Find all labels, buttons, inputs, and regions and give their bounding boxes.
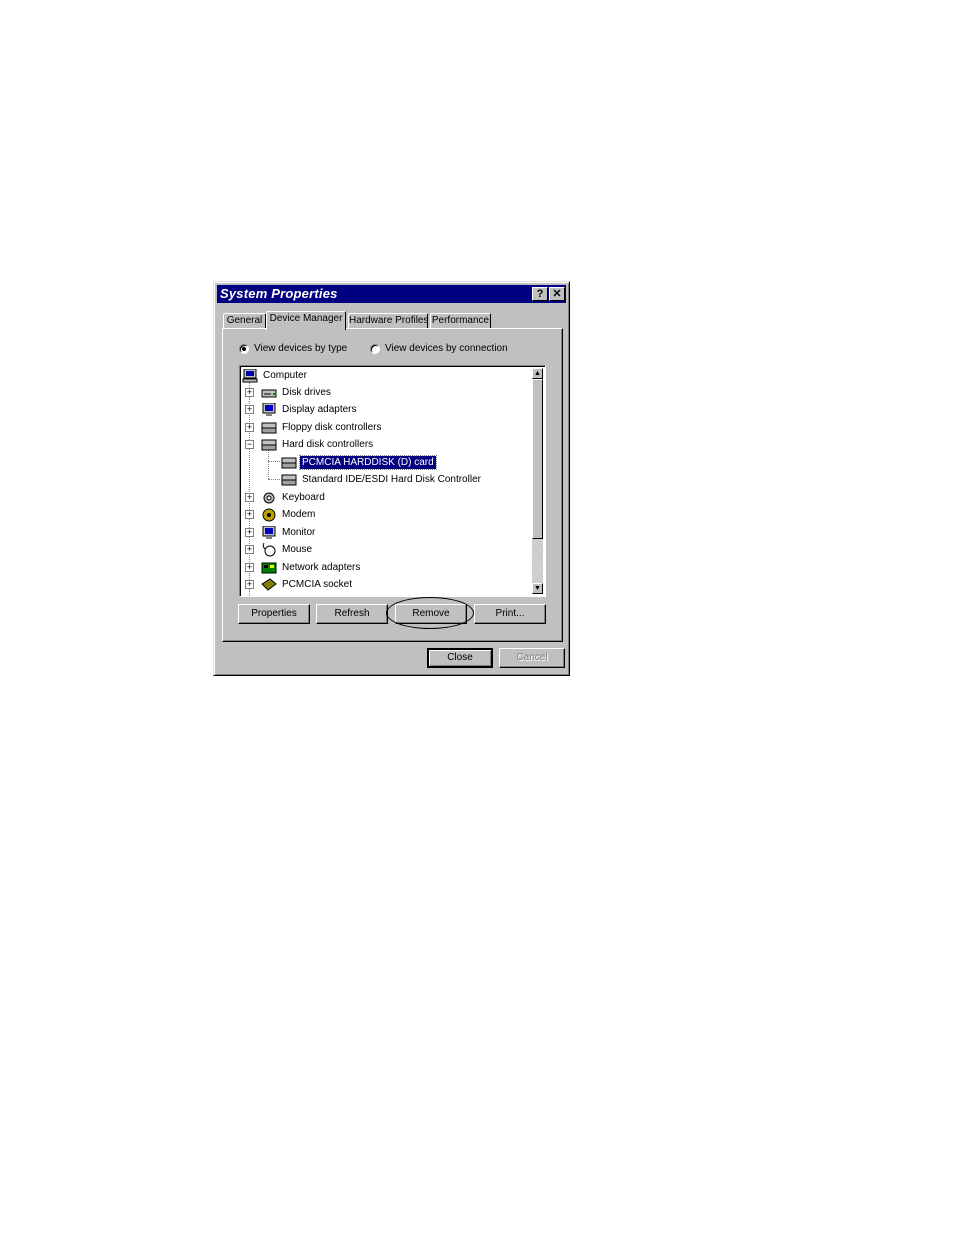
tree-item-label: Disk drives [282, 387, 331, 398]
monitor-icon [261, 402, 277, 417]
monitor-icon [261, 525, 277, 540]
tree-item-computer[interactable]: Computer [242, 367, 309, 384]
tree-item-standard-ide[interactable]: Standard IDE/ESDI Hard Disk Controller [281, 471, 483, 488]
tree-item-label: Display adapters [282, 404, 357, 415]
cancel-button[interactable]: Cancel [499, 648, 565, 668]
modem-icon [261, 508, 277, 522]
expand-icon[interactable]: + [245, 423, 254, 432]
expand-icon[interactable]: + [245, 388, 254, 397]
tree-item-label: Monitor [282, 527, 316, 538]
tab-general[interactable]: General [223, 313, 266, 329]
scroll-thumb[interactable] [532, 379, 543, 539]
highlight-ellipse [386, 597, 474, 629]
tree-item-label: Network adapters [282, 562, 361, 573]
window-title: System Properties [220, 286, 338, 301]
refresh-button[interactable]: Refresh [316, 604, 388, 624]
disk-drive-icon [261, 386, 277, 400]
network-card-icon [261, 561, 277, 575]
tree-item-keyboard[interactable]: Keyboard [261, 489, 327, 506]
expand-icon[interactable]: + [245, 563, 254, 572]
computer-icon [242, 368, 258, 383]
controller-icon [281, 456, 297, 470]
close-icon[interactable]: ✕ [549, 287, 565, 301]
radio-unselected-icon[interactable] [370, 343, 380, 354]
tree-item-modem[interactable]: Modem [261, 506, 317, 523]
expand-icon[interactable]: + [245, 545, 254, 554]
title-bar[interactable]: System Properties ? ✕ [217, 285, 566, 303]
controller-icon [281, 473, 297, 487]
view-by-connection-option[interactable]: View devices by connection [370, 343, 508, 354]
tree-item-disk-drives[interactable]: Disk drives [261, 384, 333, 401]
tab-hardware-profiles[interactable]: Hardware Profiles [348, 313, 428, 329]
print-button[interactable]: Print... [474, 604, 546, 624]
expand-icon[interactable]: + [245, 510, 254, 519]
vertical-scrollbar[interactable]: ▲ ▼ [532, 368, 543, 594]
tree-line [268, 479, 280, 480]
pcmcia-card-icon [261, 577, 277, 592]
keyboard-icon [261, 491, 277, 505]
close-button[interactable]: Close [427, 648, 493, 668]
tree-item-label: Mouse [282, 544, 313, 555]
tree-item-label: Computer [263, 370, 307, 381]
tab-performance[interactable]: Performance [430, 313, 491, 329]
help-button[interactable]: ? [532, 287, 548, 301]
collapse-icon[interactable]: − [245, 440, 254, 449]
tree-item-label: PCMCIA socket [282, 579, 353, 590]
view-by-type-label: View devices by type [254, 343, 348, 354]
controller-icon [261, 421, 277, 435]
tree-item-label: Floppy disk controllers [282, 422, 382, 433]
controller-icon [261, 438, 277, 452]
tree-item-network-adapters[interactable]: Network adapters [261, 559, 362, 576]
tree-item-pcmcia-harddisk[interactable]: PCMCIA HARDDISK (D) card [281, 454, 437, 471]
tree-item-mouse[interactable]: Mouse [261, 541, 314, 558]
tree-item-label: Modem [282, 509, 316, 520]
view-by-type-option[interactable]: View devices by type [239, 343, 347, 354]
tree-item-pcmcia-socket[interactable]: PCMCIA socket [261, 576, 354, 593]
scroll-down-icon[interactable]: ▼ [532, 583, 543, 594]
tree-item-label: Keyboard [282, 492, 325, 503]
scroll-up-icon[interactable]: ▲ [532, 368, 543, 379]
tree-line [268, 449, 269, 479]
view-by-connection-label: View devices by connection [385, 343, 508, 354]
expand-icon[interactable]: + [245, 405, 254, 414]
tree-item-label-selected: PCMCIA HARDDISK (D) card [299, 455, 437, 470]
tree-item-floppy-disk-controllers[interactable]: Floppy disk controllers [261, 419, 383, 436]
tree-item-display-adapters[interactable]: Display adapters [261, 401, 358, 418]
tree-item-monitor[interactable]: Monitor [261, 524, 317, 541]
tree-item-label: Hard disk controllers [282, 439, 374, 450]
tree-item-hard-disk-controllers[interactable]: Hard disk controllers [261, 436, 375, 453]
tree-line [268, 461, 280, 462]
tab-device-manager[interactable]: Device Manager [266, 311, 346, 330]
tree-item-label: Standard IDE/ESDI Hard Disk Controller [302, 474, 481, 485]
expand-icon[interactable]: + [245, 528, 254, 537]
expand-icon[interactable]: + [245, 493, 254, 502]
properties-button[interactable]: Properties [238, 604, 310, 624]
device-tree[interactable]: Computer + Disk drives + Display adapter… [239, 365, 546, 597]
mouse-icon [261, 542, 277, 557]
expand-icon[interactable]: + [245, 580, 254, 589]
radio-selected-icon[interactable] [239, 343, 249, 354]
